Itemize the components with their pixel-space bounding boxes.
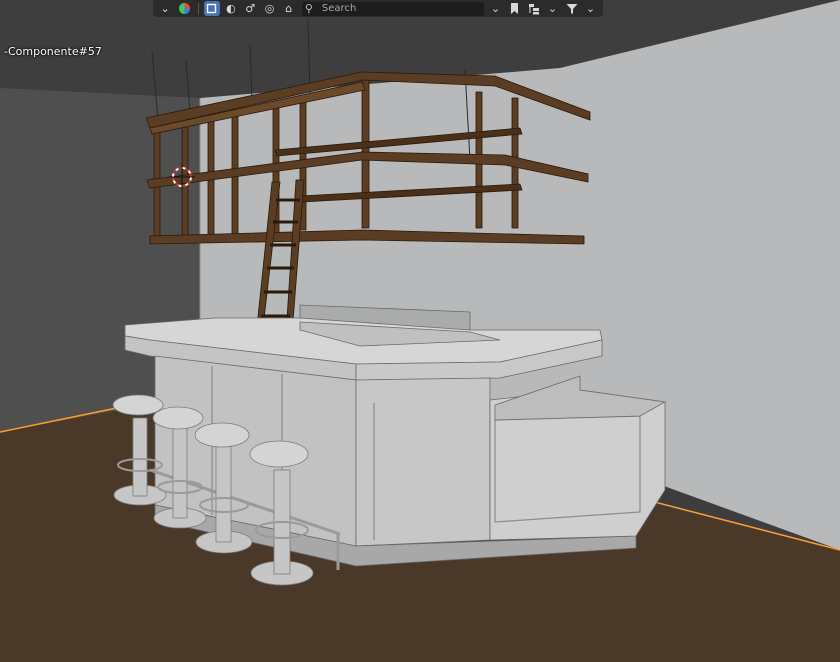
search-field[interactable]: ⚲	[301, 1, 484, 16]
search-icon: ⚲	[304, 2, 313, 15]
search-input[interactable]	[321, 3, 482, 14]
bookmark-icon[interactable]	[506, 1, 523, 16]
color-wheel-icon[interactable]	[176, 1, 192, 16]
link-icon[interactable]: ◎	[261, 1, 277, 16]
chevron-down-icon[interactable]: ⌄	[582, 1, 599, 16]
chevron-down-icon[interactable]: ⌄	[157, 1, 173, 16]
filter-group: ⌄ ⌄ ⌄	[487, 1, 599, 16]
restrict-select-icon[interactable]	[203, 1, 220, 16]
scene-render[interactable]	[0, 0, 840, 662]
active-object-label: -Componente#57	[4, 45, 102, 58]
chevron-down-icon[interactable]: ⌄	[544, 1, 561, 16]
dropdown-icon[interactable]: ⌄	[487, 1, 504, 16]
object-type-icon[interactable]: ◐	[223, 1, 239, 16]
3d-viewport[interactable]: -Componente#57 ⌄ ◐ ♂ ◎ ⌂ ⚲ ⌄ ⌄	[0, 0, 840, 662]
camera-icon[interactable]: ⌂	[281, 1, 297, 16]
separator	[197, 2, 199, 15]
modifier-icon[interactable]: ♂	[242, 1, 258, 16]
filter-icon[interactable]	[563, 1, 580, 16]
viewport-header: ⌄ ◐ ♂ ◎ ⌂ ⚲ ⌄ ⌄ ⌄	[153, 0, 603, 17]
hierarchy-icon[interactable]	[525, 1, 542, 16]
